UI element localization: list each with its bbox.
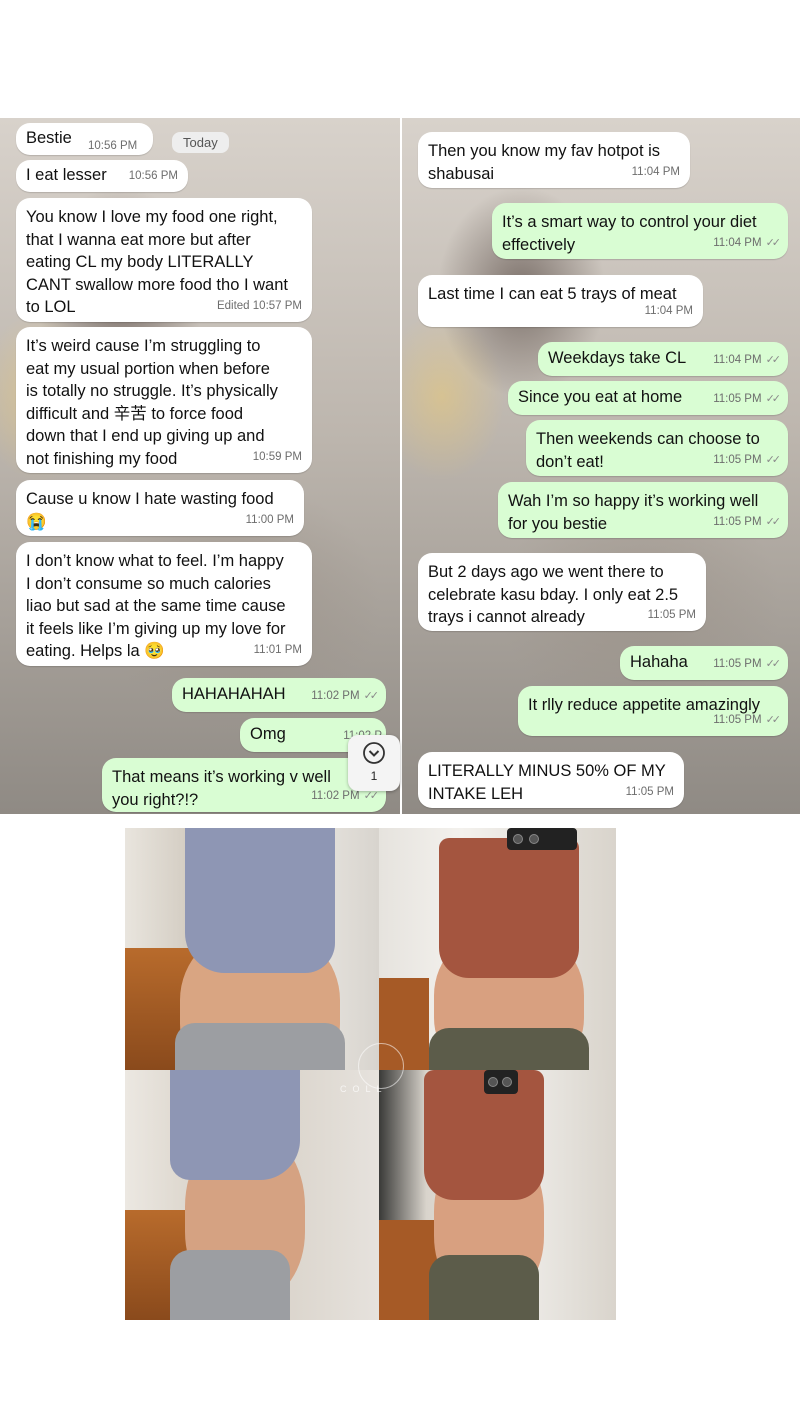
message-bubble[interactable]: It’s weird cause I’m struggling to eat m… bbox=[16, 327, 312, 473]
contact-name: Bestie bbox=[26, 129, 72, 147]
message-bubble[interactable]: I don’t know what to feel. I’m happy I d… bbox=[16, 542, 312, 666]
double-check-icon: ✓✓ bbox=[765, 453, 782, 466]
watermark-logo bbox=[358, 1043, 404, 1089]
message-time: 11:05 PM bbox=[625, 785, 674, 798]
double-check-icon: ✓✓ bbox=[765, 353, 782, 366]
double-check-icon: ✓✓ bbox=[765, 713, 782, 726]
message-bubble[interactable]: HAHAHAHAH 11:02 PM ✓✓ bbox=[172, 678, 386, 712]
progress-photo-rust-top-front bbox=[379, 828, 616, 1070]
message-time: 11:02 PM ✓✓ bbox=[311, 689, 380, 702]
scroll-to-bottom-button[interactable]: 1 bbox=[348, 735, 400, 791]
message-time: 11:00 PM bbox=[245, 513, 294, 526]
message-bubble[interactable]: Then weekends can choose to don’t eat! 1… bbox=[526, 420, 788, 476]
double-check-icon: ✓✓ bbox=[765, 236, 782, 249]
message-time: 10:59 PM bbox=[252, 450, 302, 463]
message-bubble[interactable]: Then you know my fav hotpot is shabusai … bbox=[418, 132, 690, 188]
message-bubble[interactable]: Cause u know I hate wasting food 😭 11:00… bbox=[16, 480, 304, 536]
message-time: 11:05 PM bbox=[647, 608, 696, 621]
message-time: 10:56 PM bbox=[88, 140, 138, 152]
message-time: 11:05 PM ✓✓ bbox=[713, 657, 782, 670]
message-time: 11:04 PM ✓✓ bbox=[713, 236, 782, 249]
message-time: 11:04 PM ✓✓ bbox=[713, 353, 782, 366]
message-bubble[interactable]: Last time I can eat 5 trays of meat 11:0… bbox=[418, 275, 703, 327]
message-bubble[interactable]: Since you eat at home 11:05 PM ✓✓ bbox=[508, 381, 788, 415]
progress-photo-grey-top-side bbox=[125, 1070, 379, 1320]
message-time: 11:04 PM bbox=[644, 304, 693, 317]
message-time: 11:05 PM ✓✓ bbox=[713, 713, 782, 726]
double-check-icon: ✓✓ bbox=[765, 392, 782, 405]
message-bubble[interactable]: That means it’s working v well you right… bbox=[102, 758, 386, 812]
message-time: 11:01 PM bbox=[253, 643, 302, 656]
message-time: 11:05 PM ✓✓ bbox=[713, 515, 782, 528]
double-check-icon: ✓✓ bbox=[363, 789, 380, 802]
message-time: 11:04 PM bbox=[631, 165, 680, 178]
message-bubble[interactable]: It’s a smart way to control your diet ef… bbox=[492, 203, 788, 259]
message-time: 10:56 PM bbox=[128, 169, 178, 182]
progress-photo-grey-top-front bbox=[125, 828, 379, 1070]
double-check-icon: ✓✓ bbox=[765, 515, 782, 528]
phone-camera bbox=[507, 828, 577, 850]
message-time: 11:05 PM ✓✓ bbox=[713, 392, 782, 405]
watermark-text: COLL bbox=[340, 1084, 388, 1094]
double-check-icon: ✓✓ bbox=[363, 689, 380, 702]
message-bubble[interactable]: But 2 days ago we went there to celebrat… bbox=[418, 553, 706, 631]
progress-photo-rust-top-side bbox=[379, 1070, 616, 1320]
message-time: 11:05 PM ✓✓ bbox=[713, 453, 782, 466]
unread-count: 1 bbox=[370, 769, 378, 783]
message-bubble[interactable]: You know I love my food one right, that … bbox=[16, 198, 312, 322]
phone-camera bbox=[484, 1070, 518, 1094]
double-check-icon: ✓✓ bbox=[765, 657, 782, 670]
message-bubble[interactable]: It rlly reduce appetite amazingly 11:05 … bbox=[518, 686, 788, 736]
message-time: Edited 10:57 PM bbox=[216, 299, 302, 312]
message-bubble[interactable]: Weekdays take CL 11:04 PM ✓✓ bbox=[538, 342, 788, 376]
contact-name-bubble[interactable]: Bestie 10:56 PM bbox=[16, 123, 153, 155]
day-separator: Today bbox=[172, 132, 229, 153]
message-bubble[interactable]: LITERALLY MINUS 50% OF MY INTAKE LEH 11:… bbox=[418, 752, 684, 808]
message-bubble[interactable]: Hahaha 11:05 PM ✓✓ bbox=[620, 646, 788, 680]
message-bubble[interactable]: Wah I’m so happy it’s working well for y… bbox=[498, 482, 788, 538]
chevron-down-icon bbox=[363, 742, 385, 764]
message-bubble[interactable]: I eat lesser 10:56 PM bbox=[16, 160, 188, 192]
